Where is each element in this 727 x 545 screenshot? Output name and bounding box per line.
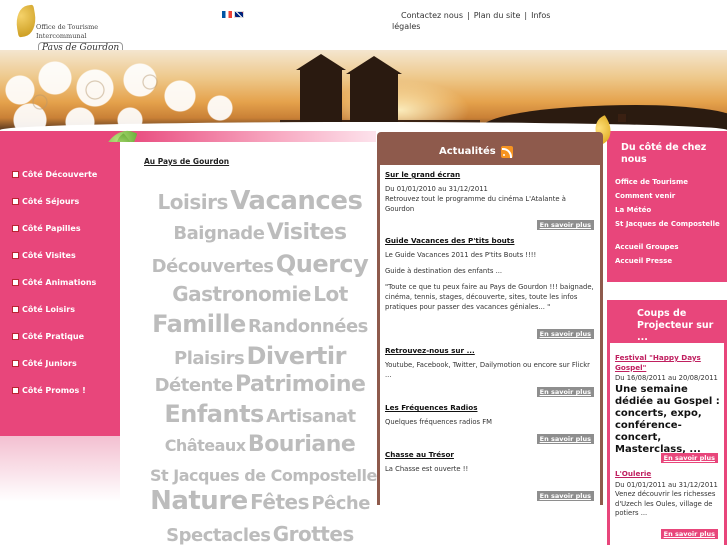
news-item-title[interactable]: Sur le grand écran <box>385 170 597 180</box>
tag-link[interactable]: Quercy <box>276 250 369 278</box>
news-item: Guide Vacances des P'tits bouts Le Guide… <box>385 236 597 312</box>
spotlight-box: Coups de Projecteur sur ... Festival "Ha… <box>607 300 727 545</box>
tower-silhouette <box>296 54 346 130</box>
tag-link[interactable]: Découvertes <box>152 256 274 277</box>
sitemap-link[interactable]: Plan du site <box>474 11 521 20</box>
header: Office de Tourisme Intercommunal Pays de… <box>0 0 727 54</box>
link-office-tourisme[interactable]: Office de Tourisme <box>615 177 723 187</box>
tag-link[interactable]: Vacances <box>230 186 363 216</box>
nav-cote-pratique[interactable]: Côté Pratique <box>12 332 84 341</box>
tag-link[interactable]: Plaisirs <box>174 348 245 369</box>
checkbox-icon <box>12 279 19 286</box>
spotlight-item-title[interactable]: L'Oulerie <box>615 469 721 479</box>
read-more-button[interactable]: En savoir plus <box>660 529 718 539</box>
tag-link[interactable]: Baignade <box>173 223 264 244</box>
news-item-title[interactable]: Retrouvez-nous sur ... <box>385 346 597 356</box>
leaf-logo-icon <box>13 4 39 38</box>
tag-link[interactable]: Gastronomie <box>172 282 311 306</box>
tag-link[interactable]: Spectacles <box>166 525 271 545</box>
nav-cote-papilles[interactable]: Côté Papilles <box>12 224 81 233</box>
tag-link[interactable]: Loisirs <box>158 190 229 214</box>
right-box-title: Du côté de chez nous <box>621 142 707 165</box>
news-title: Actualités <box>439 146 496 157</box>
banner-image <box>0 50 727 130</box>
spotlight-panel: Festival "Happy Days Gospel" Du 16/08/20… <box>610 343 724 545</box>
english-flag-icon[interactable] <box>234 11 244 18</box>
nav-cote-loisirs[interactable]: Côté Loisirs <box>12 305 75 314</box>
tag-link[interactable]: Pêche <box>311 493 370 514</box>
checkbox-icon <box>12 333 19 340</box>
read-more-button[interactable]: En savoir plus <box>536 434 594 444</box>
news-item: Retrouvez-nous sur ... Youtube, Facebook… <box>385 346 597 380</box>
link-comment-venir[interactable]: Comment venir <box>615 191 723 201</box>
read-more-button[interactable]: En savoir plus <box>660 453 718 463</box>
tag-link[interactable]: Enfants <box>164 400 264 428</box>
news-item-title[interactable]: Chasse au Trésor <box>385 450 597 460</box>
checkbox-icon <box>12 225 19 232</box>
link-st-jacques[interactable]: St Jacques de Compostelle <box>615 219 723 229</box>
nav-cote-visites[interactable]: Côté Visites <box>12 251 76 260</box>
checkbox-icon <box>12 360 19 367</box>
site-logo[interactable]: Office de Tourisme Intercommunal Pays de… <box>13 4 132 54</box>
nav-cote-sejours[interactable]: Côté Séjours <box>12 197 79 206</box>
news-item: Sur le grand écran Du 01/01/2010 au 31/1… <box>385 170 597 214</box>
pink-bar <box>0 131 120 142</box>
pink-bar <box>607 131 727 142</box>
tag-link[interactable]: Grottes <box>273 522 355 545</box>
nav-cote-promos[interactable]: Côté Promos ! <box>12 386 86 395</box>
tag-link[interactable]: Randonnées <box>248 316 368 337</box>
nav-cote-decouverte[interactable]: Côté Découverte <box>12 170 97 179</box>
news-panel: Sur le grand écran Du 01/01/2010 au 31/1… <box>380 165 600 505</box>
pink-gradient-bar <box>120 131 376 142</box>
read-more-button[interactable]: En savoir plus <box>536 329 594 339</box>
rss-icon[interactable] <box>501 146 513 158</box>
tag-link[interactable]: St Jacques de Compostelle <box>150 466 377 485</box>
tag-link[interactable]: Patrimoine <box>235 372 366 397</box>
left-navigation: Côté Découverte Côté Séjours Côté Papill… <box>0 142 120 436</box>
news-item-title[interactable]: Guide Vacances des P'tits bouts <box>385 236 597 246</box>
right-links-box: Du côté de chez nous Office de Tourisme … <box>607 142 727 282</box>
tag-link[interactable]: Visites <box>267 220 347 245</box>
tag-link[interactable]: Nature <box>150 486 248 516</box>
logo-line-2: Intercommunal <box>36 32 87 40</box>
news-item: Les Fréquences Radios Quelques fréquence… <box>385 403 597 427</box>
news-item: Chasse au Trésor La Chasse est ouverte !… <box>385 450 597 474</box>
page-heading[interactable]: Au Pays de Gourdon <box>144 157 229 166</box>
center-column: Au Pays de Gourdon Loisirs Vacances Baig… <box>120 142 377 545</box>
news-column: Actualités Sur le grand écran Du 01/01/2… <box>377 132 603 505</box>
spotlight-title: Coups de Projecteur sur ... <box>637 308 714 343</box>
contact-link[interactable]: Contactez nous <box>401 11 463 20</box>
nav-cote-animations[interactable]: Côté Animations <box>12 278 96 287</box>
link-accueil-groupes[interactable]: Accueil Groupes <box>615 242 723 252</box>
tag-link[interactable]: Famille <box>152 310 246 338</box>
nav-cote-juniors[interactable]: Côté Juniors <box>12 359 77 368</box>
read-more-button[interactable]: En savoir plus <box>536 220 594 230</box>
tag-link[interactable]: Fêtes <box>250 490 309 514</box>
link-accueil-presse[interactable]: Accueil Presse <box>615 256 723 266</box>
checkbox-icon <box>12 198 19 205</box>
spotlight-item: L'Oulerie Du 01/01/2011 au 31/12/2011 Ve… <box>615 469 721 519</box>
read-more-button[interactable]: En savoir plus <box>536 491 594 501</box>
french-flag-icon[interactable] <box>222 11 232 18</box>
tag-link[interactable]: Bouriane <box>248 432 356 457</box>
spotlight-item: Festival "Happy Days Gospel" Du 16/08/20… <box>615 353 721 455</box>
checkbox-icon <box>12 306 19 313</box>
tag-link[interactable]: Lot <box>313 282 348 306</box>
checkbox-icon <box>12 252 19 259</box>
tag-link[interactable]: Détente <box>155 375 234 396</box>
language-switcher <box>222 11 246 20</box>
news-item-title[interactable]: Les Fréquences Radios <box>385 403 597 413</box>
checkbox-icon <box>12 387 19 394</box>
top-links: Contactez nous | Plan du site | Infos légale… <box>392 11 551 31</box>
link-meteo[interactable]: La Météo <box>615 205 723 215</box>
spotlight-item-title[interactable]: Festival "Happy Days Gospel" <box>615 353 721 372</box>
tag-link[interactable]: Châteaux <box>165 436 246 455</box>
tag-link[interactable]: Divertir <box>247 342 347 370</box>
read-more-button[interactable]: En savoir plus <box>536 387 594 397</box>
tag-link[interactable]: Artisanat <box>266 406 356 427</box>
logo-line-1: Office de Tourisme <box>36 23 99 31</box>
checkbox-icon <box>12 171 19 178</box>
